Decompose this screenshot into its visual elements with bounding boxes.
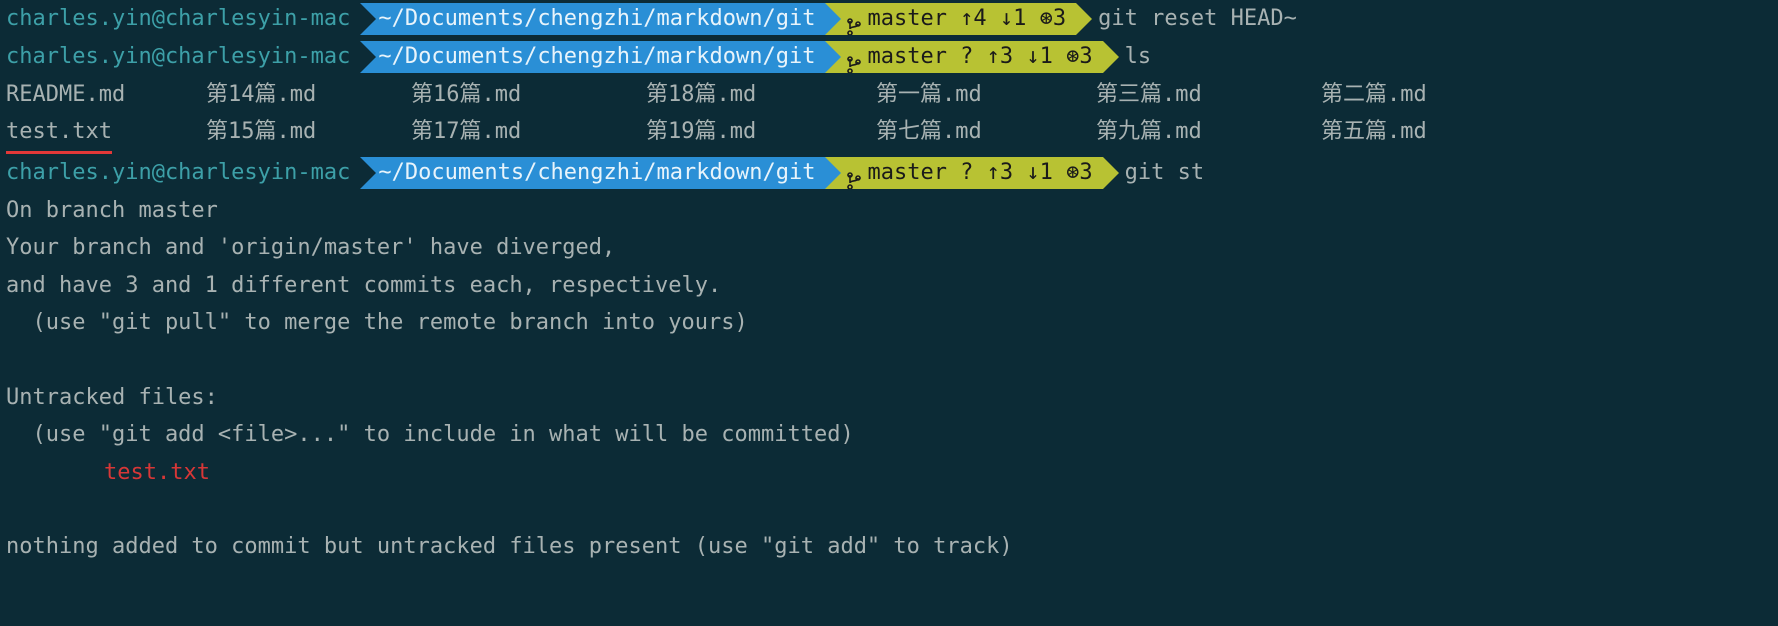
user-host-segment: charles.yin@charlesyin-mac bbox=[0, 157, 360, 189]
path-segment: ~/Documents/chengzhi/markdown/git bbox=[360, 157, 825, 189]
status-blank bbox=[0, 491, 1778, 528]
file-item: 第17篇.md bbox=[411, 113, 646, 153]
status-blank bbox=[0, 341, 1778, 378]
status-line: Untracked files: bbox=[0, 379, 1778, 416]
git-branch-icon bbox=[847, 10, 861, 28]
status-line: (use "git pull" to merge the remote bran… bbox=[0, 304, 1778, 341]
user-host-segment: charles.yin@charlesyin-mac bbox=[0, 3, 360, 35]
status-line: On branch master bbox=[0, 192, 1778, 229]
file-item-highlighted: test.txt bbox=[6, 113, 206, 153]
status-line: nothing added to commit but untracked fi… bbox=[0, 528, 1778, 565]
file-item: 第二篇.md bbox=[1321, 76, 1521, 113]
file-item: 第14篇.md bbox=[206, 76, 411, 113]
file-item: 第三篇.md bbox=[1096, 76, 1321, 113]
status-line: and have 3 and 1 different commits each,… bbox=[0, 267, 1778, 304]
path-segment: ~/Documents/chengzhi/markdown/git bbox=[360, 3, 825, 35]
file-item: 第一篇.md bbox=[876, 76, 1096, 113]
branch-segment: master ↑4 ↓1 ⊛3 bbox=[825, 3, 1076, 35]
status-line: (use "git add <file>..." to include in w… bbox=[0, 416, 1778, 453]
prompt-line-3: charles.yin@charlesyin-mac ~/Documents/c… bbox=[0, 154, 1778, 192]
prompt-line-2: charles.yin@charlesyin-mac ~/Documents/c… bbox=[0, 38, 1778, 76]
ls-output: README.md 第14篇.md 第16篇.md 第18篇.md 第一篇.md… bbox=[0, 76, 1778, 154]
user-host-segment: charles.yin@charlesyin-mac bbox=[0, 41, 360, 73]
command-text[interactable]: git reset HEAD~ bbox=[1076, 3, 1307, 35]
file-item: 第19篇.md bbox=[646, 113, 876, 153]
status-line: Your branch and 'origin/master' have div… bbox=[0, 229, 1778, 266]
git-branch-icon bbox=[847, 164, 861, 182]
branch-text: master ? ↑3 ↓1 ⊛3 bbox=[867, 154, 1092, 191]
file-item: 第15篇.md bbox=[206, 113, 411, 153]
branch-segment: master ? ↑3 ↓1 ⊛3 bbox=[825, 157, 1102, 189]
file-item: 第18篇.md bbox=[646, 76, 876, 113]
prompt-line-1: charles.yin@charlesyin-mac ~/Documents/c… bbox=[0, 0, 1778, 38]
branch-text: master ? ↑3 ↓1 ⊛3 bbox=[867, 38, 1092, 75]
file-item: 第七篇.md bbox=[876, 113, 1096, 153]
file-item: 第16篇.md bbox=[411, 76, 646, 113]
branch-segment: master ? ↑3 ↓1 ⊛3 bbox=[825, 41, 1102, 73]
file-item: 第五篇.md bbox=[1321, 113, 1521, 153]
git-branch-icon bbox=[847, 48, 861, 66]
file-item: README.md bbox=[6, 76, 206, 113]
untracked-file: test.txt bbox=[0, 454, 1778, 491]
command-text[interactable]: git st bbox=[1103, 157, 1214, 189]
branch-text: master ↑4 ↓1 ⊛3 bbox=[867, 0, 1066, 37]
path-segment: ~/Documents/chengzhi/markdown/git bbox=[360, 41, 825, 73]
file-item: 第九篇.md bbox=[1096, 113, 1321, 153]
